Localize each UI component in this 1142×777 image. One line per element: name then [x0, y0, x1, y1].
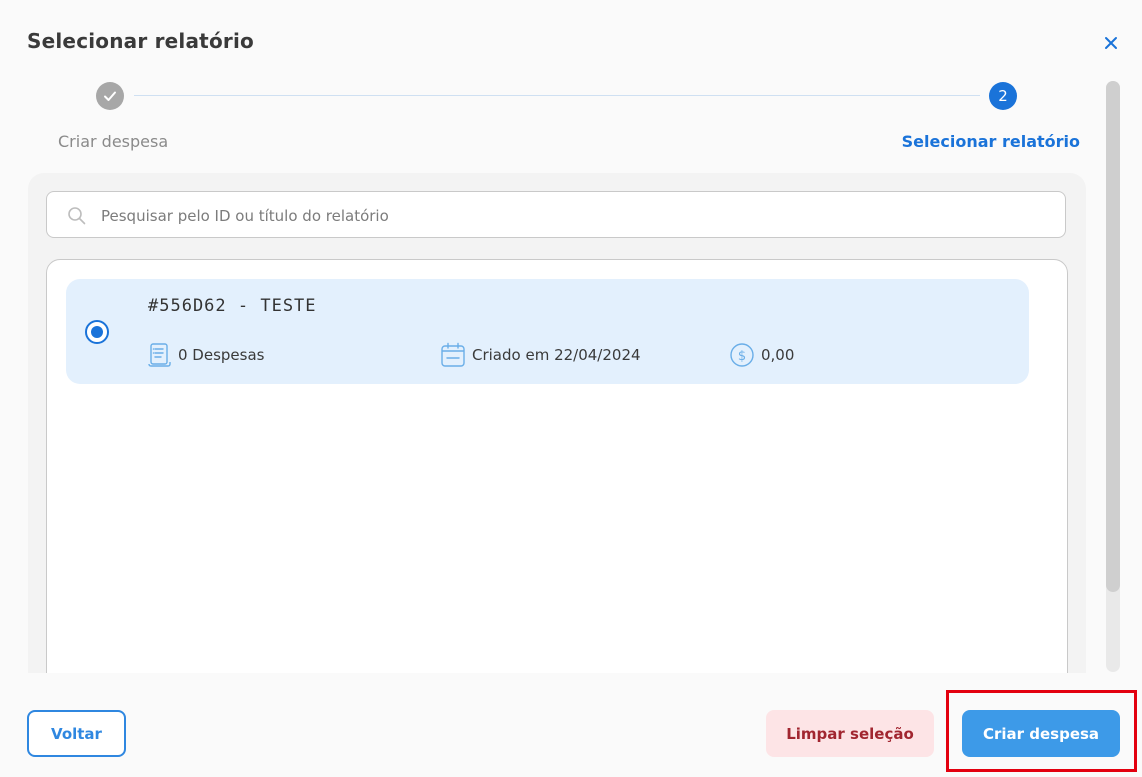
search-icon — [68, 207, 86, 225]
expenses-count: 0 Despesas — [178, 346, 265, 364]
report-radio[interactable] — [85, 320, 109, 344]
search-input[interactable] — [99, 192, 1043, 239]
search-box[interactable] — [46, 191, 1066, 239]
receipt-icon — [148, 343, 171, 367]
radio-selected-dot — [91, 326, 103, 338]
close-icon — [1105, 37, 1117, 49]
step-1-label: Criar despesa — [58, 132, 169, 151]
create-expense-button[interactable]: Criar despesa — [962, 710, 1120, 757]
scrollbar-thumb[interactable] — [1106, 81, 1120, 592]
calendar-icon — [441, 342, 465, 367]
report-title: #556D62 - TESTE — [148, 296, 317, 316]
back-button[interactable]: Voltar — [27, 710, 126, 757]
clear-selection-button[interactable]: Limpar seleção — [766, 710, 934, 757]
step-2-label: Selecionar relatório — [901, 132, 1080, 151]
amount-value: 0,00 — [761, 346, 795, 364]
close-button[interactable] — [1101, 33, 1121, 53]
created-date: Criado em 22/04/2024 — [472, 346, 641, 364]
step-1-circle — [96, 82, 124, 110]
report-amount: $ 0,00 — [729, 342, 794, 368]
report-item[interactable]: #556D62 - TESTE 0 Despesas Criado em 22/… — [66, 279, 1029, 384]
check-icon — [104, 91, 116, 101]
dialog-title: Selecionar relatório — [27, 29, 254, 53]
stepper-line — [134, 95, 980, 96]
step-2-circle: 2 — [989, 82, 1017, 110]
report-created: Criado em 22/04/2024 — [440, 342, 641, 368]
report-expenses: 0 Despesas — [148, 342, 264, 368]
svg-text:$: $ — [738, 349, 746, 364]
dollar-icon: $ — [730, 343, 754, 367]
